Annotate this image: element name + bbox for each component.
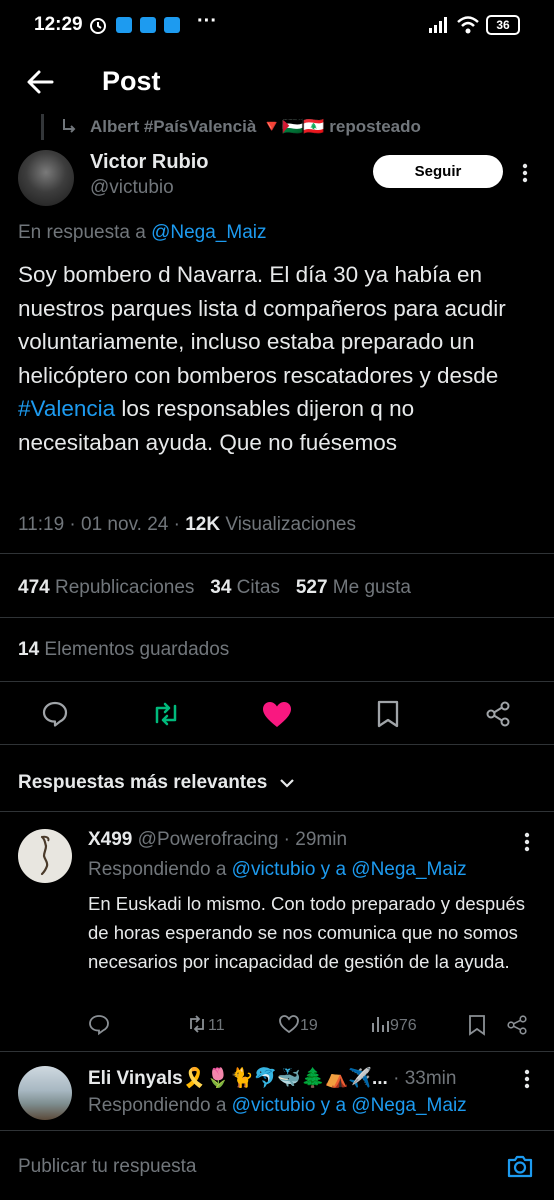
replying-mentions[interactable]: @victubio y a @Nega_Maiz: [232, 859, 467, 880]
reply-composer: Publicar tu respuesta: [0, 1130, 554, 1200]
reply-views-action[interactable]: 976: [370, 1014, 417, 1035]
views-label: Visualizaciones: [220, 514, 356, 535]
reply-input[interactable]: Publicar tu respuesta: [18, 1156, 197, 1178]
reply-like-count: 19: [300, 1017, 318, 1034]
replying-prefix: Respondiendo a: [88, 859, 227, 880]
thread-line: [41, 114, 44, 140]
tweet-text: Soy bombero d Navarra. El día 30 ya habí…: [18, 258, 538, 459]
reposts-stat[interactable]: 474 Republicaciones: [18, 577, 194, 598]
reply-context: Respondiendo a @victubio y a @Nega_Maiz: [88, 859, 467, 881]
author-name[interactable]: Victor Rubio: [90, 151, 209, 174]
reply-more-icon[interactable]: [522, 1068, 532, 1090]
divider: [0, 744, 554, 745]
replies-sort-label: Respuestas más relevantes: [18, 772, 268, 793]
bookmarks-stat[interactable]: 14 Elementos guardados: [18, 639, 229, 661]
author-handle[interactable]: @victubio: [90, 177, 174, 199]
reply-author-name[interactable]: Eli Vinyals🎗️🌷🐈🐬🐳🌲⛺✈️...: [88, 1068, 388, 1089]
alarm-icon: [90, 18, 106, 34]
reposts-count: 474: [18, 577, 50, 598]
divider: [0, 553, 554, 554]
reply-header: X499 @Powerofracing · 29min: [88, 829, 347, 851]
views-icon: [372, 1017, 389, 1032]
reply-author-name[interactable]: X499: [88, 829, 132, 850]
follow-button[interactable]: Seguir: [373, 155, 503, 188]
wifi-icon: [457, 16, 479, 34]
reply-context-prefix: En respuesta a: [18, 222, 146, 243]
divider: [0, 617, 554, 618]
likes-label: Me gusta: [332, 577, 411, 598]
like-heart-icon[interactable]: [262, 701, 292, 728]
reply-author-handle[interactable]: @Powerofracing: [138, 829, 279, 850]
map-outline-icon: [40, 835, 50, 876]
camera-icon[interactable]: [506, 1153, 534, 1179]
signal-icon: [429, 17, 447, 33]
reply-time: · 29min: [278, 829, 348, 850]
reply-avatar[interactable]: [18, 1066, 72, 1120]
repost-label[interactable]: Albert #PaísValencià 🔻🇵🇸🇱🇧 reposteado: [90, 117, 421, 137]
reply-avatar[interactable]: [18, 829, 72, 883]
reposts-label: Republicaciones: [54, 577, 195, 598]
divider: [0, 811, 554, 812]
reply-context: En respuesta a @Nega_Maiz: [18, 222, 267, 244]
divider: [0, 681, 554, 682]
twitter-notification-icon: [140, 17, 156, 33]
quotes-stat[interactable]: 34 Citas: [210, 577, 280, 598]
reply-header: Eli Vinyals🎗️🌷🐈🐬🐳🌲⛺✈️... · 33min: [88, 1066, 456, 1090]
replies-sort-dropdown[interactable]: Respuestas más relevantes: [18, 772, 295, 794]
reply-retweet-action[interactable]: 11: [186, 1014, 225, 1035]
likes-count: 527: [295, 577, 328, 598]
reply-context-mention[interactable]: @Nega_Maiz: [151, 222, 266, 243]
divider: [0, 1051, 554, 1052]
reply-more-icon[interactable]: [522, 831, 532, 853]
share-icon[interactable]: [484, 700, 512, 728]
heart-icon: [279, 1015, 299, 1034]
replying-mentions[interactable]: @victubio y a @Nega_Maiz: [232, 1095, 467, 1116]
reply-bookmark-icon[interactable]: [467, 1014, 487, 1036]
reply-views-count: 976: [390, 1017, 417, 1034]
tweet-timestamp[interactable]: 11:19 · 01 nov. 24 ·: [18, 514, 185, 535]
reply-time: · 33min: [387, 1068, 457, 1089]
likes-stat[interactable]: 527 Me gusta: [296, 577, 411, 598]
author-avatar[interactable]: [18, 150, 74, 206]
reply-share-icon[interactable]: [506, 1014, 528, 1036]
bookmarks-count: 14: [18, 639, 40, 660]
stats-row: 474 Republicaciones 34 Citas 527 Me gust…: [18, 577, 411, 599]
status-bar: 12:29 ··· 36: [0, 0, 554, 50]
reply-icon[interactable]: [41, 700, 69, 728]
twitter-notification-icon: [164, 17, 180, 33]
views-count: 12K: [185, 514, 221, 535]
quotes-count: 34: [210, 577, 232, 598]
tweet-text-start: Soy bombero d Navarra. El día 30 ya habí…: [18, 262, 506, 388]
battery-indicator: 36: [486, 15, 520, 35]
reply-retweet-count: 11: [208, 1017, 225, 1034]
reply-like-action[interactable]: 19: [278, 1014, 318, 1035]
back-arrow-icon[interactable]: [26, 68, 54, 96]
status-time: 12:29: [34, 14, 83, 35]
retweet-icon: [190, 1015, 204, 1033]
tweet-meta: 11:19 · 01 nov. 24 · 12K Visualizaciones: [18, 514, 356, 536]
more-notifications-icon: ···: [197, 10, 217, 32]
repost-icon: [63, 119, 76, 133]
quotes-label: Citas: [236, 577, 280, 598]
reply-context: Respondiendo a @victubio y a @Nega_Maiz: [88, 1095, 467, 1117]
reply-comment-icon[interactable]: [88, 1014, 110, 1036]
hashtag-link[interactable]: #Valencia: [18, 396, 115, 421]
bookmark-icon[interactable]: [375, 700, 401, 728]
more-options-icon[interactable]: [518, 162, 532, 184]
replying-prefix: Respondiendo a: [88, 1095, 227, 1116]
page-title: Post: [102, 66, 161, 96]
retweet-icon[interactable]: [150, 700, 182, 728]
chevron-down-icon: [279, 779, 294, 788]
reply-text: En Euskadi lo mismo. Con todo preparado …: [88, 893, 526, 972]
bookmarks-label: Elementos guardados: [44, 639, 230, 660]
twitter-notification-icon: [116, 17, 132, 33]
